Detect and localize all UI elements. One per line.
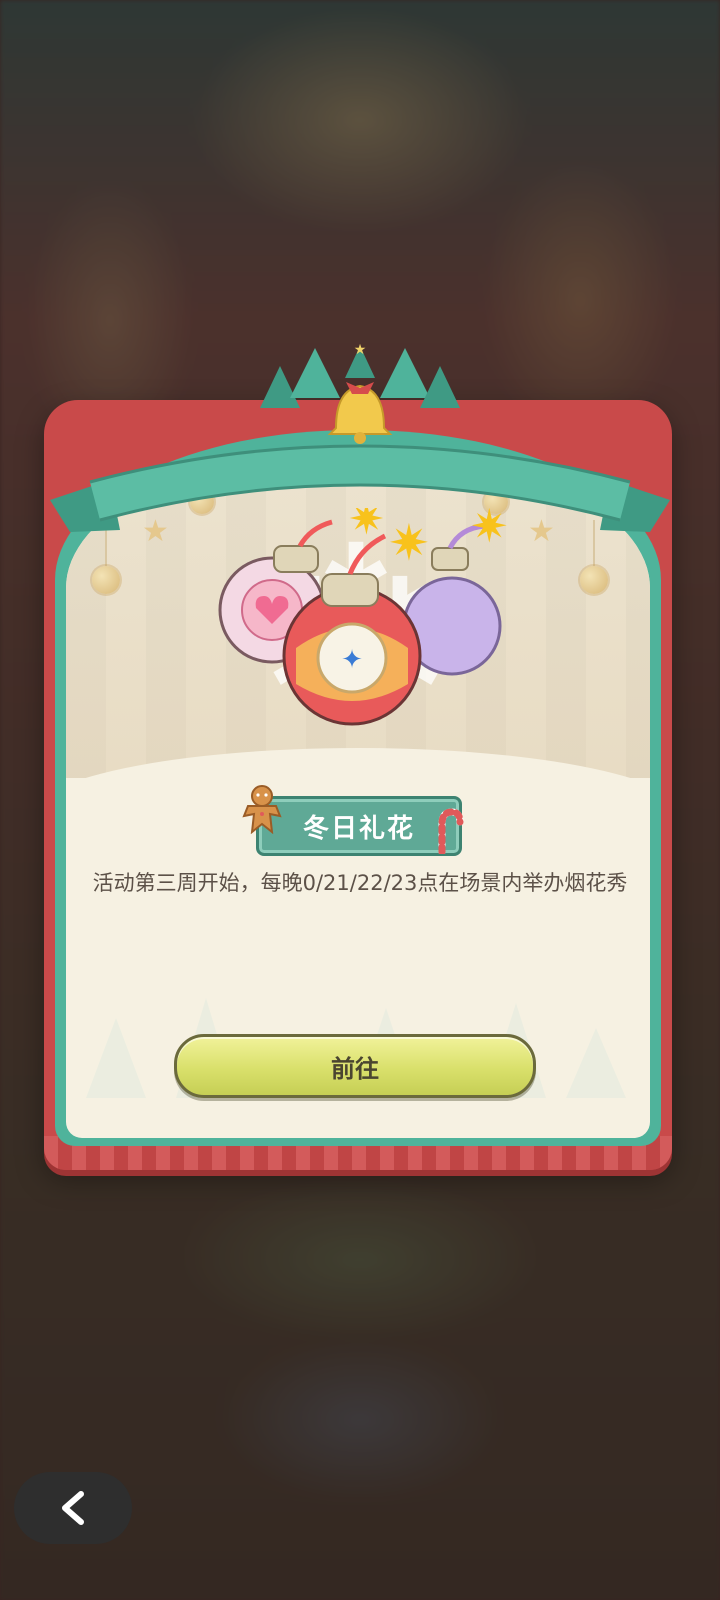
event-title: 冬日礼花: [302, 813, 415, 844]
svg-text:✷: ✷: [470, 508, 509, 553]
ornament-ball-icon: [92, 566, 120, 594]
svg-text:✦: ✦: [341, 645, 363, 675]
svg-text:✷: ✷: [388, 514, 430, 572]
fireworks-gift-illustration: ✦ ✷ ✷ ✷: [218, 508, 509, 726]
bell-and-trees-decoration: ★: [260, 342, 460, 444]
svg-text:✷: ✷: [348, 508, 385, 545]
svg-text:★: ★: [354, 342, 367, 358]
event-title-tag: 冬日礼花: [256, 796, 462, 856]
go-button[interactable]: 前往: [174, 1034, 536, 1098]
ornament-ball-icon: [580, 566, 608, 594]
back-button[interactable]: [14, 1472, 132, 1544]
chevron-left-icon: [62, 1491, 84, 1525]
gingerbread-man-icon: [242, 785, 282, 834]
event-description: 活动第三周开始，每晚0/21/22/23点在场景内举办烟花秀: [92, 871, 628, 895]
candy-cane-icon: [438, 808, 464, 854]
